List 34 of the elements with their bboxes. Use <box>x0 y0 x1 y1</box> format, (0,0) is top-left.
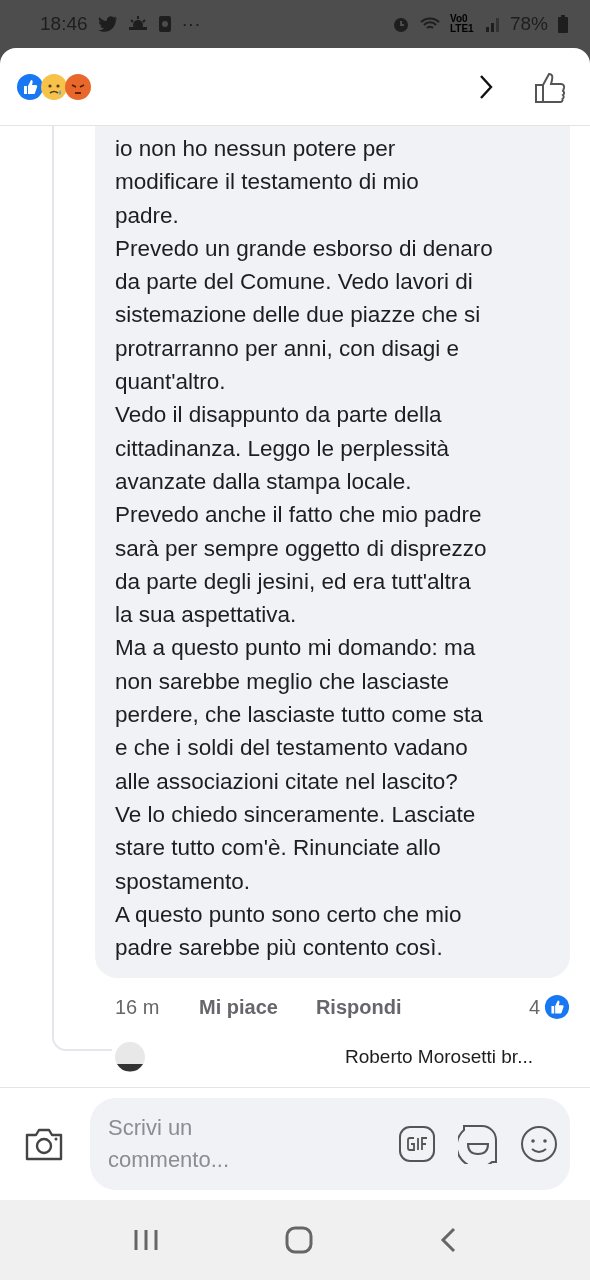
more-indicator: ··· <box>181 13 201 35</box>
comment-paragraph: Prevedo anche il fatto che mio padre sarà per sempre oggetto di disprezzo da parte degli jesini, ed era tutt'altra la sua aspettativa. <box>115 501 488 630</box>
weather-icon <box>127 16 148 32</box>
comment-input[interactable]: Scrivi un commento... <box>90 1098 570 1190</box>
comment-paragraph: Prevedo un grande esborso di denaro da parte del Comune. Vedo lavori di sistemazione delle due piazze che si protrarranno per anni, con disagi e quant'altro. <box>115 234 494 397</box>
recent-apps-icon[interactable] <box>133 1228 159 1252</box>
comment-time: 16 m <box>115 995 161 1019</box>
comment-paragraph: A questo punto sono certo che mio padre sarebbe più contento così. <box>115 900 463 963</box>
comment-paragraph: Vedo il disappunto da parte della cittadinanza. Leggo le perplessità avanzate dalla stampa locale. <box>115 401 450 496</box>
like-count: 4 <box>528 995 540 1019</box>
comment-action-link[interactable]: Mi piace <box>199 995 278 1019</box>
comment-placeholder: Scrivi un commento... <box>108 1114 231 1174</box>
comment-paragraph: Ve lo chiedo sinceramente. Lasciate stare tutto com'è. Rinunciate allo spostamento. <box>115 800 477 896</box>
bird-icon <box>97 16 118 32</box>
like-badge-icon <box>544 994 570 1021</box>
avatar <box>115 1040 145 1075</box>
comment-paragraph: io non ho nessun potere per modificare il testamento di mio padre. <box>115 135 420 230</box>
network-label: Vo0 LTE1 <box>449 14 475 34</box>
sticker-icon[interactable] <box>458 1124 498 1164</box>
media-icon <box>157 15 172 33</box>
battery-icon <box>558 15 568 33</box>
comment-paragraph: Ma a questo punto mi domando: ma non sarebbe meglio che lasciaste perdere, che lasciaste tutto come sta e che i soldi del testamento vadano alle associazioni citate nel lascito? <box>115 634 484 796</box>
emoji-icon[interactable] <box>520 1125 558 1163</box>
comment-action-link[interactable]: Rispondi <box>315 995 402 1019</box>
reply-preview-text[interactable]: Roberto Morosetti br... <box>345 1046 533 1069</box>
like-reaction-icon <box>16 72 44 101</box>
back-icon[interactable] <box>439 1226 457 1254</box>
angry-reaction-icon <box>64 72 92 101</box>
sad-reaction-icon <box>40 72 68 101</box>
home-icon[interactable] <box>285 1226 313 1254</box>
signal-icon <box>485 16 500 32</box>
alarm-icon <box>391 15 410 33</box>
camera-icon[interactable] <box>24 1126 64 1162</box>
gif-icon[interactable] <box>398 1125 436 1163</box>
